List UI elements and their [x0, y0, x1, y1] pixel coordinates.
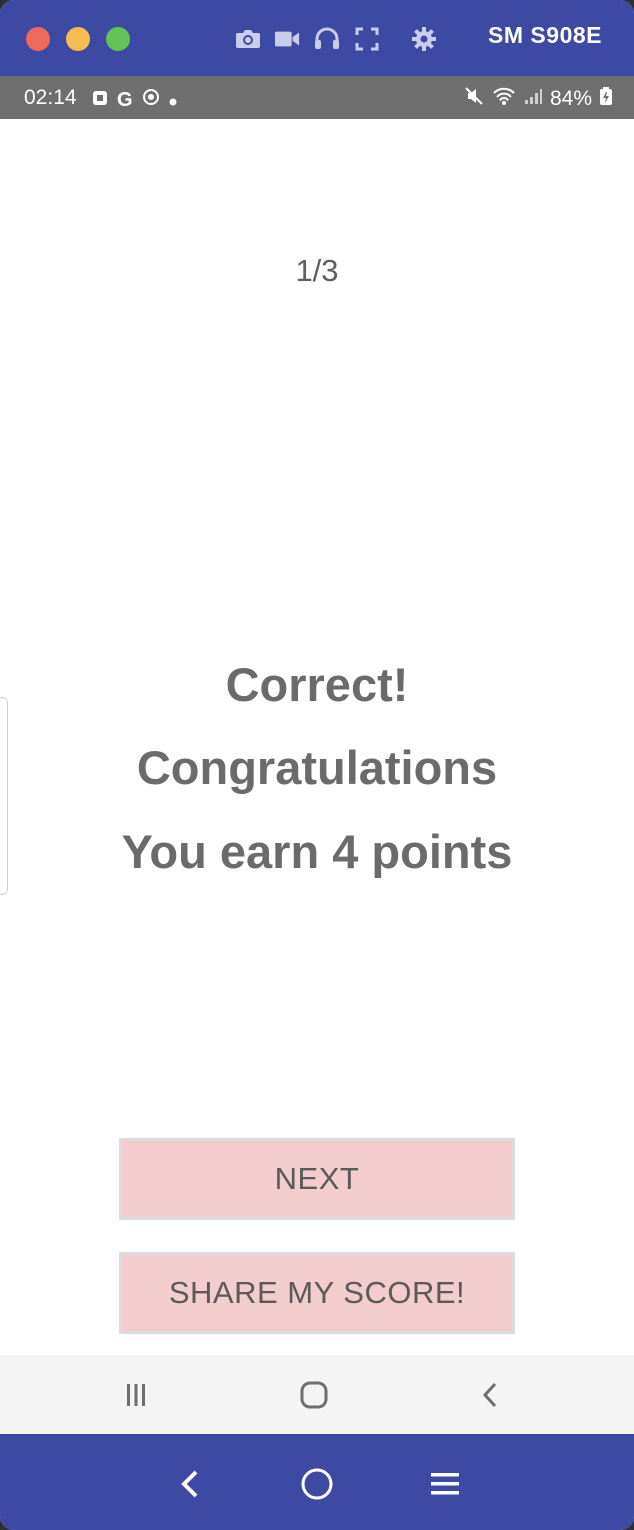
- emulator-bottom-bar: [0, 1434, 634, 1530]
- mute-icon: [464, 86, 484, 112]
- back-icon[interactable]: [472, 1379, 508, 1411]
- emulator-title-bar: SM S908E: [0, 0, 634, 76]
- share-score-button[interactable]: SHARE MY SCORE!: [119, 1252, 515, 1334]
- next-button[interactable]: NEXT: [119, 1138, 515, 1220]
- question-progress: 1/3: [295, 253, 339, 288]
- battery-level: 84%: [549, 87, 592, 110]
- emulator-back-icon[interactable]: [170, 1464, 210, 1504]
- home-icon[interactable]: [296, 1379, 332, 1411]
- notification-icon: [92, 88, 108, 112]
- quiz-result-screen: 1/3 Correct! Congratulations You earn 4 …: [0, 119, 634, 1355]
- google-icon: G: [117, 88, 133, 111]
- result-congratulations: Congratulations: [136, 741, 498, 794]
- emulator-home-icon[interactable]: [297, 1464, 337, 1504]
- video-icon[interactable]: [274, 26, 300, 52]
- device-name: SM S908E: [488, 22, 602, 48]
- recents-icon[interactable]: [118, 1379, 154, 1411]
- signal-icon: [524, 87, 542, 111]
- android-nav-bar: [0, 1355, 634, 1434]
- fullscreen-icon[interactable]: [354, 26, 380, 52]
- status-time: 02:14: [24, 86, 77, 109]
- result-points: You earn 4 points: [121, 825, 513, 878]
- settings-icon[interactable]: [411, 26, 437, 52]
- camera-icon[interactable]: [235, 26, 261, 52]
- emulator-window: SM S908E 02:14 G 84% 1/3 Correct! Congra…: [0, 0, 634, 1530]
- minimize-window-button[interactable]: [66, 27, 90, 51]
- emulator-menu-icon[interactable]: [425, 1464, 465, 1504]
- wifi-icon: [492, 87, 516, 111]
- zoom-window-button[interactable]: [106, 27, 130, 51]
- close-window-button[interactable]: [26, 27, 50, 51]
- android-status-bar: 02:14 G 84%: [0, 76, 634, 119]
- battery-icon: [600, 87, 612, 111]
- location-icon: [142, 88, 160, 112]
- result-title: Correct!: [225, 658, 409, 711]
- headphones-icon[interactable]: [314, 26, 340, 52]
- dot-icon: [169, 88, 177, 112]
